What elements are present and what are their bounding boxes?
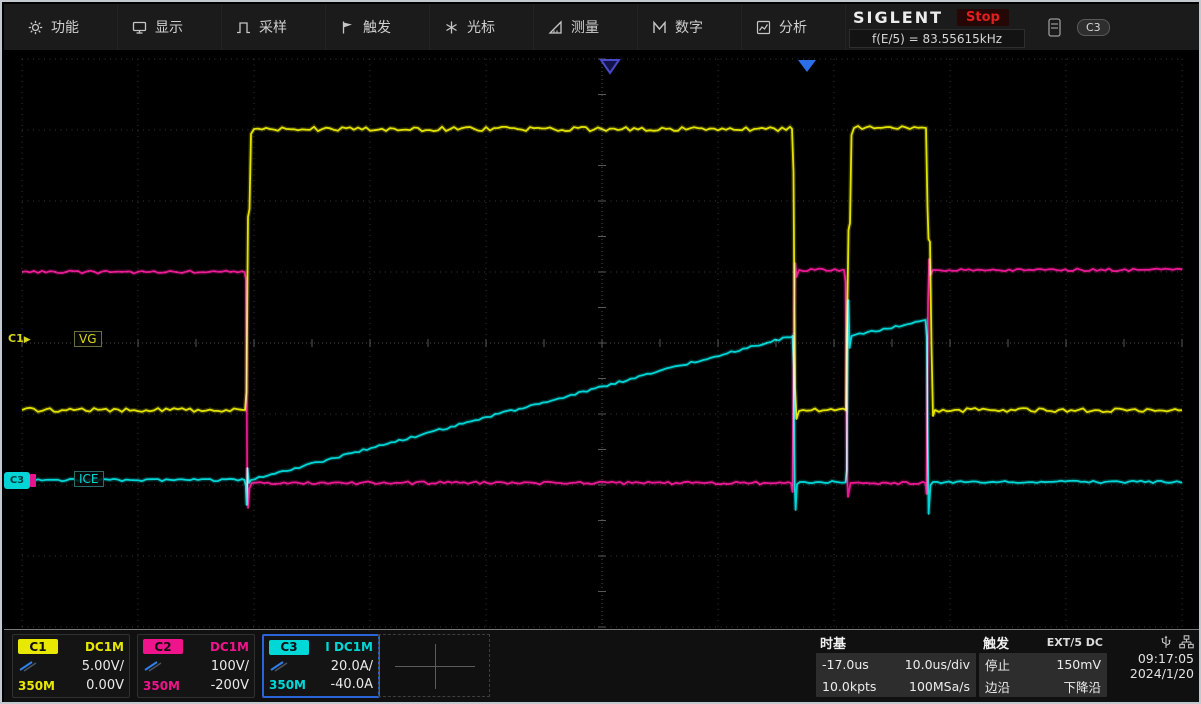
- oscilloscope-screen: 功能 显示 采样 触发: [0, 0, 1201, 704]
- c2-offset-marker[interactable]: [30, 474, 36, 487]
- waveform-display: [2, 2, 1201, 704]
- delay-reference-marker[interactable]: [601, 60, 619, 73]
- c1-marker-text: C1: [8, 332, 24, 345]
- c3-offset-marker[interactable]: C3: [4, 472, 30, 489]
- c1-custom-label[interactable]: VG: [74, 331, 102, 347]
- c3-custom-label[interactable]: ICE: [74, 471, 104, 487]
- right-arrow-icon: ▶: [24, 335, 31, 345]
- trigger-position-marker[interactable]: [798, 60, 816, 72]
- c1-offset-marker[interactable]: C1▶: [8, 332, 31, 345]
